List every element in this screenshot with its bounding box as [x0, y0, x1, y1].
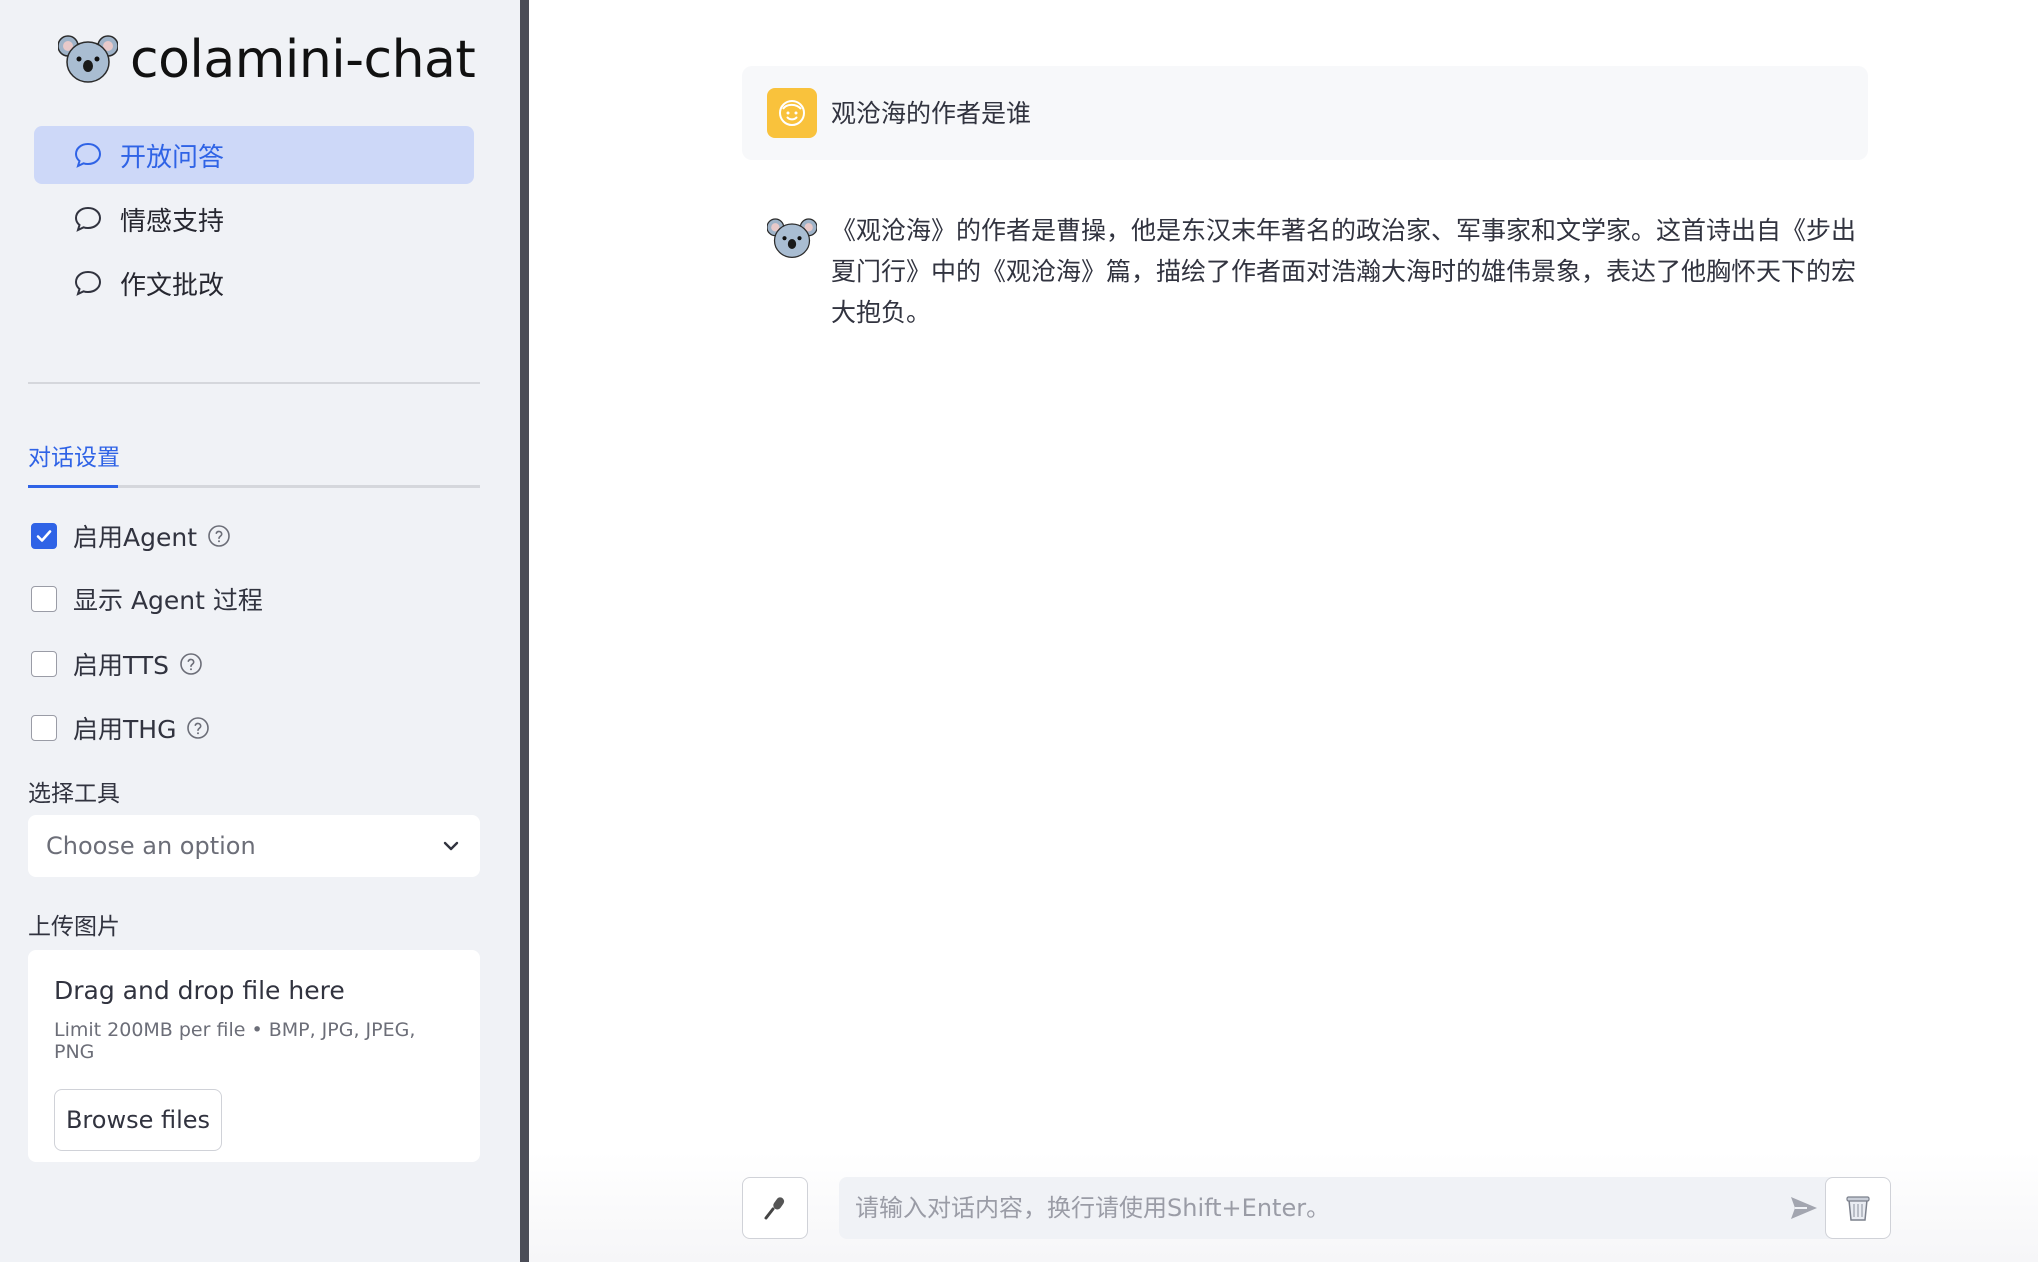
- chat-bubble-icon: [74, 142, 102, 168]
- mode-nav: 开放问答 情感支持 作文批改: [34, 126, 474, 318]
- tab-active-underline: [28, 485, 118, 488]
- enable-tts-checkbox[interactable]: [31, 651, 57, 677]
- tool-select-value: Choose an option: [46, 832, 256, 860]
- koala-logo-icon: [58, 35, 118, 83]
- file-dropzone[interactable]: Drag and drop file here Limit 200MB per …: [28, 950, 480, 1162]
- nav-item-essay-review[interactable]: 作文批改: [34, 254, 474, 312]
- chat-bubble-icon: [74, 270, 102, 296]
- dropzone-limit: Limit 200MB per file • BMP, JPG, JPEG, P…: [54, 1019, 416, 1063]
- smiley-face-icon: [779, 100, 805, 126]
- chevron-down-icon: [443, 841, 459, 851]
- brand: colamini-chat: [58, 30, 476, 90]
- chat-input-box[interactable]: [839, 1177, 1839, 1239]
- nav-item-label: 作文批改: [120, 270, 225, 301]
- sidebar-divider-line: [28, 382, 480, 384]
- sidebar-resize-handle[interactable]: [520, 0, 529, 1262]
- enable-thg-checkbox[interactable]: [31, 715, 57, 741]
- tool-select[interactable]: Choose an option: [28, 815, 480, 877]
- browse-files-button[interactable]: Browse files: [54, 1089, 222, 1151]
- enable-agent-checkbox[interactable]: [31, 523, 57, 549]
- show-agent-process-option[interactable]: 显示 Agent 过程: [31, 582, 263, 616]
- help-icon[interactable]: [207, 524, 231, 548]
- enable-agent-option[interactable]: 启用Agent: [31, 519, 231, 553]
- app-title: colamini-chat: [130, 30, 476, 90]
- nav-item-open-qa[interactable]: 开放问答: [34, 126, 474, 184]
- chat-input[interactable]: [855, 1194, 1735, 1222]
- assistant-message-text: 《观沧海》的作者是曹操，他是东汉末年著名的政治家、军事家和文学家。这首诗出自《步…: [831, 216, 1857, 327]
- clear-chat-button[interactable]: [1825, 1177, 1891, 1239]
- show-agent-process-label: 显示 Agent 过程: [73, 586, 263, 615]
- koala-avatar-icon: [767, 218, 817, 258]
- user-message-text: 观沧海的作者是谁: [831, 98, 1032, 128]
- nav-item-label: 开放问答: [120, 142, 225, 173]
- chat-bubble-icon: [74, 206, 102, 232]
- user-message: 观沧海的作者是谁: [742, 66, 1868, 160]
- assistant-message: 《观沧海》的作者是曹操，他是东汉末年著名的政治家、军事家和文学家。这首诗出自《步…: [767, 210, 1868, 333]
- tab-chat-settings[interactable]: 对话设置: [28, 438, 120, 472]
- chat-main: 观沧海的作者是谁 《观沧海》的作者是曹操，他是东汉末年著名的政治家、军事家和文学…: [529, 0, 2038, 1262]
- send-icon[interactable]: [1789, 1194, 1819, 1222]
- app-root: colamini-chat 开放问答 情感支持 作文批改 对话设置 启用Agen…: [0, 0, 2038, 1262]
- nav-item-label: 情感支持: [120, 206, 225, 237]
- help-icon[interactable]: [186, 716, 210, 740]
- upload-image-label: 上传图片: [28, 914, 120, 940]
- help-icon[interactable]: [179, 652, 203, 676]
- enable-tts-option[interactable]: 启用TTS: [31, 647, 203, 681]
- nav-item-emotional-support[interactable]: 情感支持: [34, 190, 474, 248]
- microphone-icon: [764, 1197, 785, 1220]
- enable-agent-label: 启用Agent: [73, 523, 197, 552]
- checkmark-icon: [36, 530, 52, 542]
- tool-select-label: 选择工具: [28, 781, 120, 807]
- enable-thg-option[interactable]: 启用THG: [31, 711, 210, 745]
- trash-icon: [1846, 1196, 1870, 1221]
- user-avatar: [767, 88, 817, 138]
- dropzone-title: Drag and drop file here: [54, 976, 345, 1005]
- sidebar: colamini-chat 开放问答 情感支持 作文批改 对话设置 启用Agen…: [0, 0, 520, 1262]
- enable-tts-label: 启用TTS: [73, 651, 169, 680]
- microphone-button[interactable]: [742, 1177, 808, 1239]
- show-agent-process-checkbox[interactable]: [31, 586, 57, 612]
- enable-thg-label: 启用THG: [73, 715, 177, 744]
